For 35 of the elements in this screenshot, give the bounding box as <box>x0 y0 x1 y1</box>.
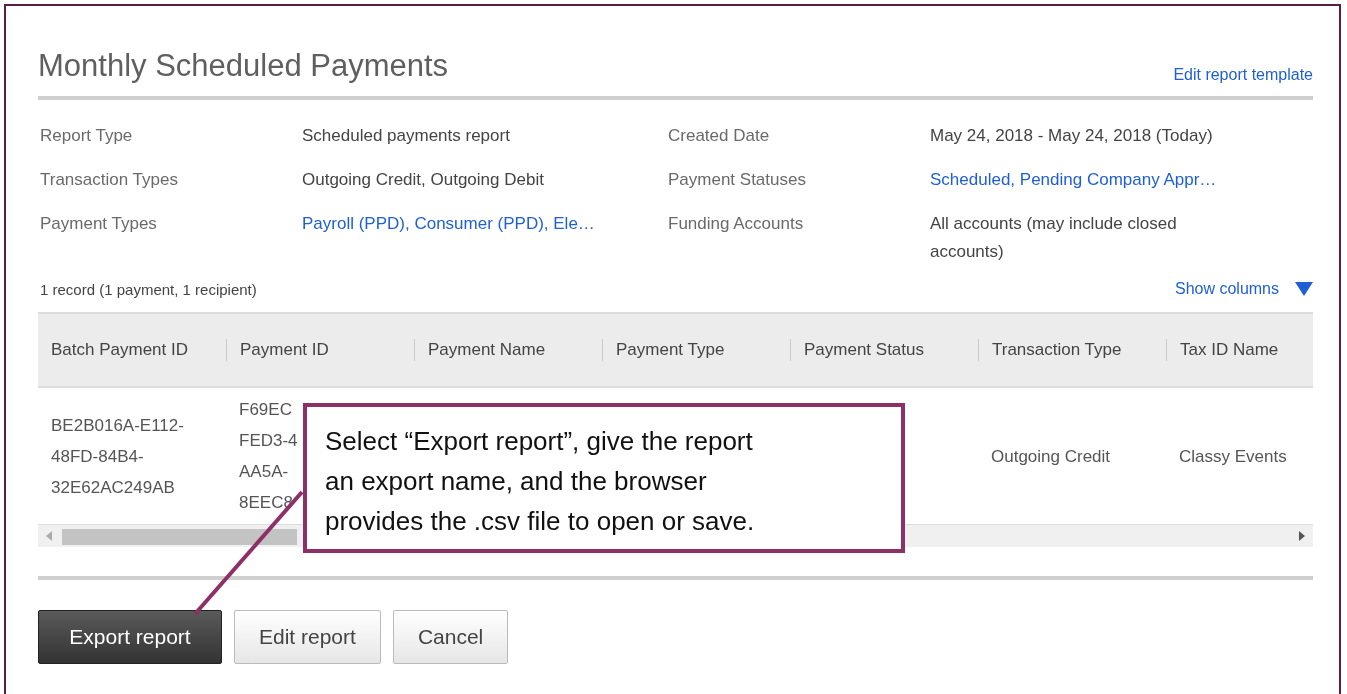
callout-text: Select “Export report”, give the report an export name, and the browser provides the .csv file to open or save. <box>325 425 756 538</box>
caret-icon <box>1295 282 1313 296</box>
column-header[interactable]: Payment ID <box>226 339 414 361</box>
detail-value: All accounts (may include closed accounts) <box>930 213 1178 263</box>
column-header[interactable]: Payment Status <box>790 339 978 361</box>
detail-link[interactable]: Scheduled, Pending Company Appr… <box>930 166 1230 194</box>
primary-button[interactable]: Export report <box>38 610 222 664</box>
column-header[interactable]: Payment Type <box>602 339 790 361</box>
detail-label: Report Type <box>40 125 134 147</box>
secondary-button[interactable]: Cancel <box>392 610 509 664</box>
scroll-left-icon[interactable] <box>46 531 52 541</box>
table-cell-text: Classy Events <box>1179 445 1287 468</box>
column-header[interactable]: Tax ID Name <box>1166 339 1313 361</box>
detail-label: Transaction Types <box>40 169 179 191</box>
detail-value: Outgoing Credit, Outgoing Debit <box>302 169 545 191</box>
report-title: Monthly Scheduled Payments <box>38 48 449 84</box>
detail-value: Scheduled payments report <box>302 125 511 147</box>
edit-report-template-link[interactable]: Edit report template <box>1173 66 1313 84</box>
table-cell-text: Outgoing Credit <box>991 445 1111 468</box>
table-cell-text: F69EC FED3-4 AA5A- 8EEC8 <box>239 399 298 514</box>
secondary-button[interactable]: Edit report <box>234 610 381 664</box>
detail-link[interactable]: Payroll (PPD), Consumer (PPD), Ele… <box>302 210 602 266</box>
scrollbar-thumb[interactable] <box>62 529 297 545</box>
scroll-right-icon[interactable] <box>1299 531 1305 541</box>
detail-label: Payment Types <box>40 213 158 235</box>
column-header[interactable]: Payment Name <box>414 339 602 361</box>
table-cell-text: BE2B016A-E112- 48FD-84B4- 32E62AC249AB <box>51 414 184 499</box>
show-columns-link[interactable]: Show columns <box>1174 280 1313 298</box>
detail-label: Funding Accounts <box>668 213 805 235</box>
detail-label: Payment Statuses <box>668 169 807 191</box>
detail-value: May 24, 2018 - May 24, 2018 (Today) <box>930 125 1214 147</box>
detail-label: Created Date <box>668 125 771 147</box>
column-header[interactable]: Batch Payment ID <box>38 339 226 361</box>
column-header[interactable]: Transaction Type <box>978 339 1166 361</box>
record-count: 1 record (1 payment, 1 recipient) <box>40 280 257 298</box>
